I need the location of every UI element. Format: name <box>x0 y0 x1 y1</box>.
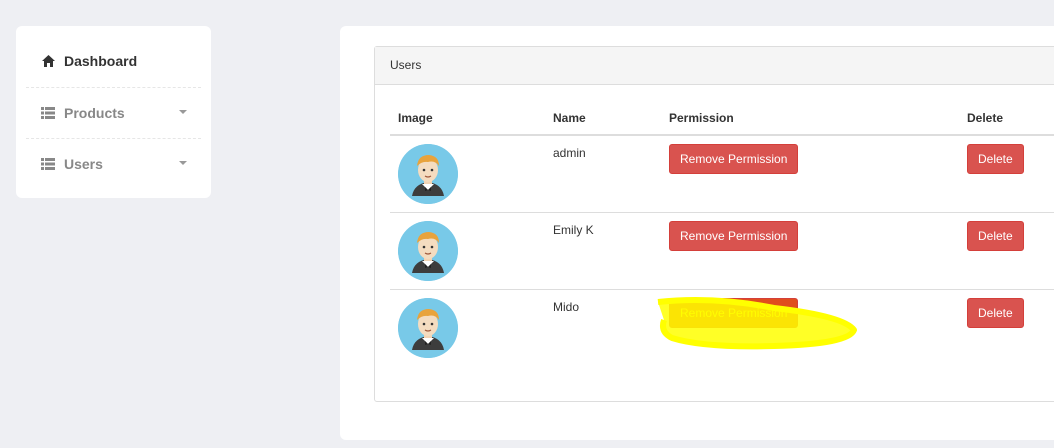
user-name: Emily K <box>553 223 594 237</box>
sidebar: Dashboard Products Users <box>16 26 211 198</box>
users-panel: Users Image Name Permission Delete admin… <box>374 46 1054 402</box>
avatar <box>398 221 458 281</box>
column-header: Image <box>390 102 545 136</box>
delete-button[interactable]: Delete <box>967 221 1024 251</box>
user-name: Mido <box>553 300 580 314</box>
avatar <box>398 298 458 358</box>
table-row: Mido Remove Permission Delete <box>390 289 1054 366</box>
remove-permission-button[interactable]: Remove Permission <box>669 298 799 328</box>
main-content: Users Image Name Permission Delete admin… <box>340 26 1054 440</box>
sidebar-item-label: Dashboard <box>64 53 138 69</box>
sidebar-item-products[interactable]: Products <box>26 87 201 137</box>
delete-button[interactable]: Delete <box>967 298 1024 328</box>
remove-permission-button[interactable]: Remove Permission <box>669 144 799 174</box>
column-header: Name <box>545 102 661 136</box>
sidebar-item-users[interactable]: Users <box>26 138 201 188</box>
chevron-down-icon <box>179 161 187 165</box>
column-header: Delete <box>959 102 1054 136</box>
user-name: admin <box>553 146 586 160</box>
avatar <box>398 144 458 204</box>
column-header: Permission <box>661 102 959 136</box>
home-icon <box>40 53 56 69</box>
panel-title: Users <box>375 47 1054 85</box>
table-row: admin Remove Permission Delete <box>390 135 1054 213</box>
sidebar-item-label: Products <box>64 104 125 121</box>
table-row: Emily K Remove Permission Delete <box>390 212 1054 290</box>
chevron-down-icon <box>179 110 187 114</box>
sidebar-item-label: Users <box>64 155 103 172</box>
list-icon <box>40 105 56 121</box>
list-icon <box>40 156 56 172</box>
delete-button[interactable]: Delete <box>967 144 1024 174</box>
remove-permission-button[interactable]: Remove Permission <box>669 221 799 251</box>
users-table: Image Name Permission Delete admin Remov… <box>390 102 1054 366</box>
sidebar-item-dashboard[interactable]: Dashboard <box>26 36 201 86</box>
